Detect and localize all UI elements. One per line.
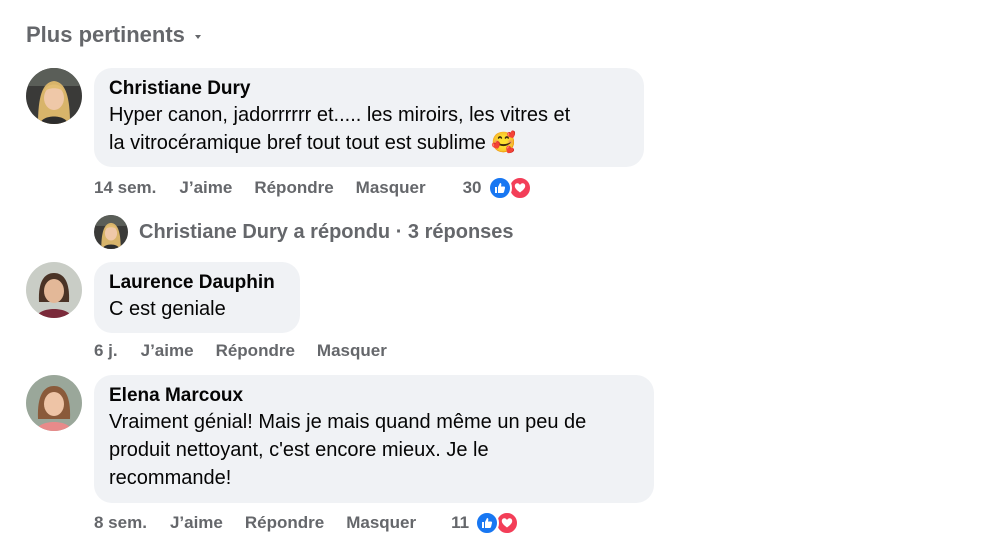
like-icon xyxy=(475,511,500,535)
hide-button[interactable]: Masquer xyxy=(317,341,387,361)
reply-button[interactable]: Répondre xyxy=(245,513,324,533)
comment-timestamp[interactable]: 14 sem. xyxy=(94,178,156,198)
like-icon xyxy=(487,176,512,200)
comment-text-line: la vitrocéramique bref tout tout est sub… xyxy=(109,132,517,154)
avatar-laurence-dauphin[interactable] xyxy=(26,262,82,318)
reaction-icons xyxy=(487,176,532,200)
sort-label: Plus pertinents xyxy=(26,22,185,47)
comment-author[interactable]: Christiane Dury xyxy=(109,77,629,101)
avatar-christiane-dury[interactable] xyxy=(26,68,82,124)
comment-bubble: Elena Marcoux Vraiment génial! Mais je m… xyxy=(94,375,654,503)
sort-dropdown[interactable]: Plus pertinents xyxy=(26,22,201,48)
comment-bubble: Laurence Dauphin C est geniale xyxy=(94,262,300,333)
reaction-summary[interactable]: 11 xyxy=(451,511,520,535)
comment-text-line: Hyper canon, jadorrrrrr et..... les miro… xyxy=(109,104,571,126)
comment-text-line: C est geniale xyxy=(109,298,226,320)
comment-text-line: Vraiment génial! Mais je mais quand même… xyxy=(109,411,587,433)
like-button[interactable]: J’aime xyxy=(141,341,194,361)
reaction-count: 11 xyxy=(451,513,470,532)
comment-bubble: Christiane Dury Hyper canon, jadorrrrrr … xyxy=(94,68,644,167)
comment-actions: 6 j. J’aime Répondre Masquer xyxy=(94,339,387,363)
comment-actions: 14 sem. J’aime Répondre Masquer 30 xyxy=(94,176,532,200)
reaction-icons xyxy=(475,511,520,535)
comment-text-line: produit nettoyant, c'est encore mieux. J… xyxy=(109,439,489,461)
hide-button[interactable]: Masquer xyxy=(356,178,426,198)
reply-button[interactable]: Répondre xyxy=(216,341,295,361)
avatar-elena-marcoux[interactable] xyxy=(26,375,82,431)
view-replies-link[interactable]: Christiane Dury a répondu · 3 réponses xyxy=(94,215,514,249)
reaction-count: 30 xyxy=(462,178,482,197)
comment-text-line: recommande! xyxy=(109,467,232,489)
comment-timestamp[interactable]: 8 sem. xyxy=(94,513,147,533)
hide-button[interactable]: Masquer xyxy=(346,513,416,533)
comment-author[interactable]: Laurence Dauphin xyxy=(109,271,285,295)
reply-button[interactable]: Répondre xyxy=(254,178,333,198)
comment-author[interactable]: Elena Marcoux xyxy=(109,384,639,408)
caret-down-icon xyxy=(194,34,201,39)
avatar-christiane-dury-small xyxy=(94,215,128,249)
like-button[interactable]: J’aime xyxy=(170,513,223,533)
like-button[interactable]: J’aime xyxy=(179,178,232,198)
replies-summary-text: Christiane Dury a répondu · 3 réponses xyxy=(139,220,514,243)
reaction-summary[interactable]: 30 xyxy=(463,176,532,200)
comment-actions: 8 sem. J’aime Répondre Masquer 11 xyxy=(94,511,520,535)
comment-timestamp[interactable]: 6 j. xyxy=(94,341,118,361)
